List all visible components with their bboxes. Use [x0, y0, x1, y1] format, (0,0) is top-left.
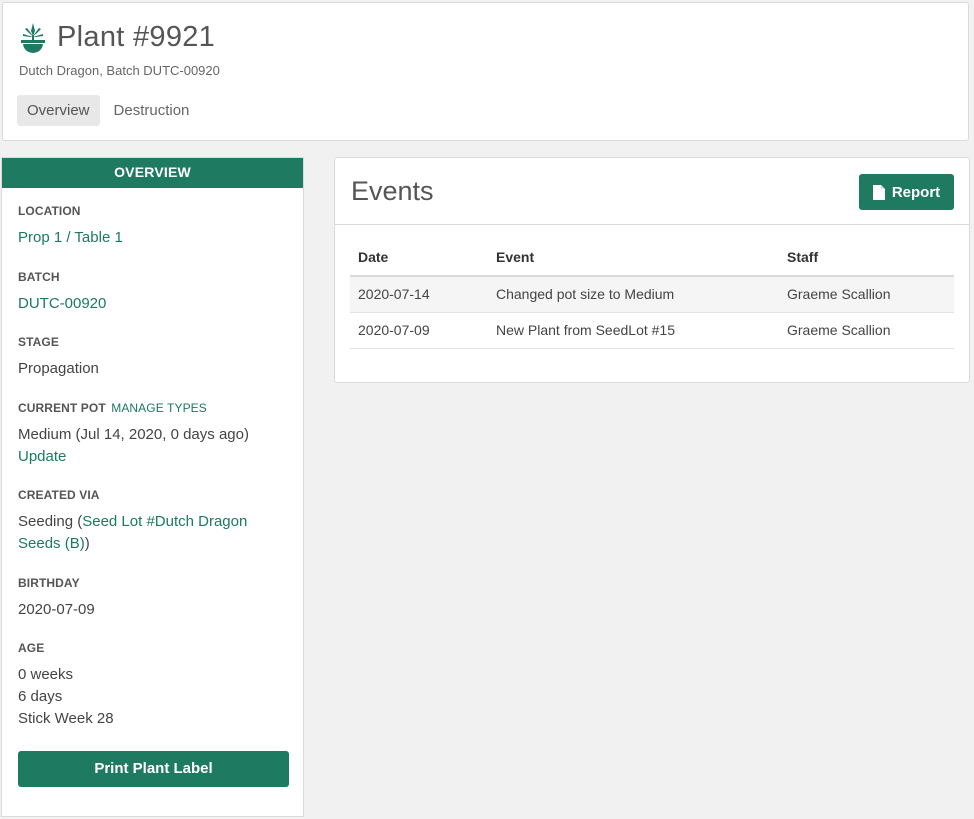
age-label: AGE: [18, 641, 45, 655]
batch-section: BATCH DUTC-00920: [18, 270, 293, 315]
cannabis-leaf-in-pot-icon: [19, 22, 47, 54]
events-table: Date Event Staff 2020-07-14 Changed pot …: [350, 238, 954, 349]
overview-panel: OVERVIEW LOCATION Prop 1 / Table 1 BATCH…: [1, 157, 304, 817]
stage-value: Propagation: [18, 360, 99, 377]
birthday-value: 2020-07-09: [18, 601, 95, 618]
event-date: 2020-07-14: [350, 276, 488, 313]
event-staff: Graeme Scallion: [779, 276, 954, 313]
title-row: Plant #9921: [19, 21, 215, 54]
event-description: Changed pot size to Medium: [488, 276, 779, 313]
location-section: LOCATION Prop 1 / Table 1: [18, 204, 293, 249]
update-pot-link[interactable]: Update: [18, 448, 66, 465]
created-via-value: Seeding (Seed Lot #Dutch Dragon Seeds (B…: [18, 511, 293, 555]
column-header-date[interactable]: Date: [350, 238, 488, 277]
column-header-event[interactable]: Event: [488, 238, 779, 277]
tab-destruction[interactable]: Destruction: [104, 95, 200, 126]
location-label: LOCATION: [18, 204, 81, 218]
birthday-section: BIRTHDAY 2020-07-09: [18, 576, 293, 621]
age-section: AGE 0 weeks 6 days Stick Week 28: [18, 641, 293, 730]
batch-label: BATCH: [18, 270, 60, 284]
tab-overview[interactable]: Overview: [17, 95, 100, 126]
stick-week: Stick Week 28: [18, 710, 114, 727]
stage-label: STAGE: [18, 335, 59, 349]
overview-heading: OVERVIEW: [2, 158, 303, 188]
manage-types-link[interactable]: MANAGE TYPES: [111, 401, 207, 415]
current-pot-label: CURRENT POT: [18, 401, 106, 415]
created-via-section: CREATED VIA Seeding (Seed Lot #Dutch Dra…: [18, 488, 293, 555]
tab-bar: Overview Destruction: [17, 95, 203, 126]
print-plant-label-button[interactable]: Print Plant Label: [18, 751, 289, 787]
current-pot-label-row: CURRENT POT MANAGE TYPES: [18, 401, 293, 415]
table-row: 2020-07-14 Changed pot size to Medium Gr…: [350, 276, 954, 313]
plant-header: Plant #9921 Dutch Dragon, Batch DUTC-009…: [2, 2, 969, 141]
page-subtitle: Dutch Dragon, Batch DUTC-00920: [19, 63, 220, 78]
table-row: 2020-07-09 New Plant from SeedLot #15 Gr…: [350, 312, 954, 349]
created-via-prefix: Seeding (: [18, 513, 83, 530]
created-via-suffix: ): [84, 535, 90, 552]
events-header: Events Report: [335, 158, 969, 225]
event-date: 2020-07-09: [350, 312, 488, 349]
events-card: Events Report Date Event Staff 2020-07-1…: [334, 157, 970, 383]
event-description: New Plant from SeedLot #15: [488, 312, 779, 349]
current-pot-value: Medium (Jul 14, 2020, 0 days ago): [18, 426, 249, 443]
event-staff: Graeme Scallion: [779, 312, 954, 349]
location-link[interactable]: Prop 1 / Table 1: [18, 229, 123, 246]
page-title: Plant #9921: [57, 21, 216, 53]
current-pot-section: CURRENT POT MANAGE TYPES Medium (Jul 14,…: [18, 401, 293, 468]
report-button[interactable]: Report: [859, 174, 954, 210]
age-weeks: 0 weeks: [18, 666, 74, 683]
events-title: Events: [351, 176, 434, 206]
age-days: 6 days: [18, 688, 63, 705]
stage-section: STAGE Propagation: [18, 335, 293, 380]
batch-link[interactable]: DUTC-00920: [18, 295, 106, 312]
table-header-row: Date Event Staff: [350, 238, 954, 277]
report-button-label: Report: [891, 183, 941, 201]
document-icon: [872, 184, 885, 200]
created-via-label: CREATED VIA: [18, 488, 100, 502]
column-header-staff[interactable]: Staff: [779, 238, 954, 277]
birthday-label: BIRTHDAY: [18, 576, 80, 590]
